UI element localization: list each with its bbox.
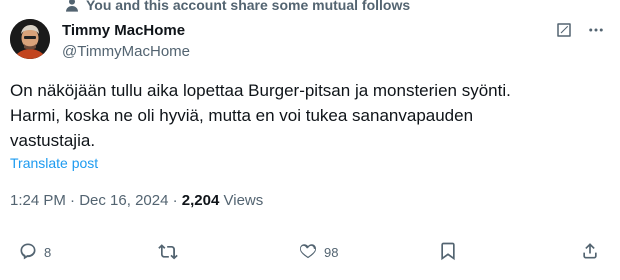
repost-button[interactable] xyxy=(158,238,178,266)
post-text: On näköjään tullu aika lopettaa Burger-p… xyxy=(10,81,511,150)
meta-separator: · xyxy=(70,192,76,209)
like-icon xyxy=(298,241,318,264)
share-button[interactable] xyxy=(580,238,600,266)
reply-count: 8 xyxy=(44,244,52,260)
grok-icon[interactable] xyxy=(554,20,574,40)
bookmark-button[interactable] xyxy=(438,238,458,266)
bookmark-icon xyxy=(438,241,458,264)
post-meta: 1:24 PM · Dec 16, 2024 · 2,204 Views xyxy=(10,191,263,211)
author-handle[interactable]: @TimmyMacHome xyxy=(62,42,190,62)
meta-separator: · xyxy=(172,192,178,209)
post-time[interactable]: 1:24 PM xyxy=(10,192,66,209)
social-context: You and this account share some mutual f… xyxy=(64,0,410,13)
author-display-name[interactable]: Timmy MacHome xyxy=(62,21,190,41)
author: Timmy MacHome @TimmyMacHome xyxy=(62,21,190,62)
views-count: 2,204 xyxy=(181,192,220,209)
repost-icon xyxy=(158,241,178,264)
post: You and this account share some mutual f… xyxy=(0,0,620,280)
more-icon[interactable] xyxy=(586,20,606,40)
avatar[interactable] xyxy=(10,19,50,59)
translate-post-link[interactable]: Translate post xyxy=(10,155,98,171)
reply-icon xyxy=(18,241,38,264)
views-label: Views xyxy=(223,192,264,209)
like-button[interactable]: 98 xyxy=(298,238,338,266)
share-icon xyxy=(580,241,600,264)
post-date[interactable]: Dec 16, 2024 xyxy=(79,192,168,209)
header-actions xyxy=(554,20,606,40)
social-context-text: You and this account share some mutual f… xyxy=(86,0,411,13)
reply-button[interactable]: 8 xyxy=(18,238,51,266)
person-icon xyxy=(64,0,80,13)
action-bar: 8 98 xyxy=(0,238,620,266)
like-count: 98 xyxy=(324,244,339,260)
